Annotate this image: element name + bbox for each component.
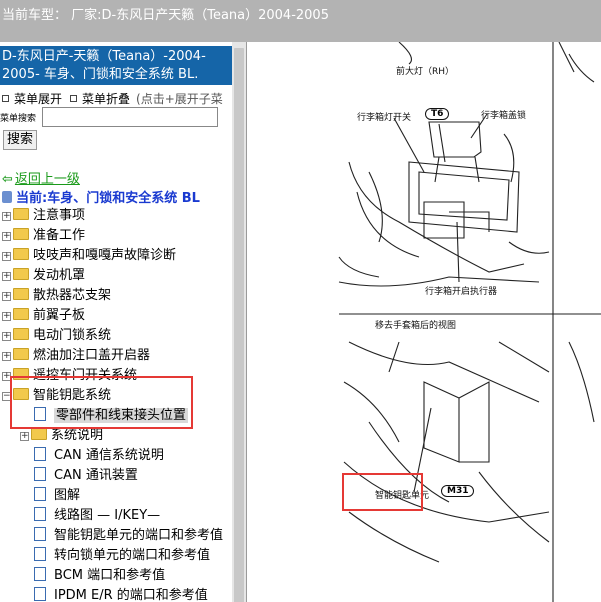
folder-icon [31, 428, 47, 440]
document-icon [34, 487, 46, 501]
tree-item[interactable]: + 注意事项 [2, 206, 85, 226]
document-icon [34, 447, 46, 461]
tree-item[interactable]: 智能钥匙单元的端口和参考值 [34, 526, 223, 546]
left-panel: D-东风日产-天籁（Teana）-2004-2005- 车身、门锁和安全系统 B… [0, 42, 232, 602]
folder-icon [13, 248, 29, 260]
tree-item-label: 吱吱声和嘎嘎声故障诊断 [33, 248, 177, 263]
connector-tag-m31: M31 [441, 485, 475, 497]
tree-item-label: IPDM E/R 的端口和参考值 [54, 588, 208, 602]
tree-item-label: 注意事项 [33, 208, 86, 223]
window-title: 当前车型： 厂家:D-东风日产天籁（Teana）2004-2005 [2, 8, 329, 23]
menu-expand-link[interactable]: 菜单展开 [14, 92, 62, 106]
tree-item[interactable]: 线路图 — I/KEY— [34, 506, 160, 526]
tree-item[interactable]: + 发动机罩 [2, 266, 85, 286]
search-button[interactable]: 搜索 [3, 130, 37, 150]
document-icon [34, 587, 46, 601]
highlight-box-diagram [342, 473, 423, 511]
search-label: 菜单搜索 [0, 114, 37, 124]
folder-icon [13, 308, 29, 320]
book-icon [2, 191, 12, 203]
menu-controls: 菜单展开 菜单折叠 (点击+展开子菜 [0, 90, 232, 106]
label-glovebox-view: 移去手套箱后的视图 [375, 321, 457, 331]
tree-item-label: CAN 通信系统说明 [54, 448, 164, 463]
back-arrow-icon: ⇦ [2, 172, 13, 187]
search-input[interactable] [42, 107, 218, 127]
label-headlamp: 前大灯（RH） [396, 67, 455, 77]
tree-item-label: 散热器芯支架 [33, 288, 112, 303]
back-link[interactable]: ⇦ 返回上一级 [2, 168, 80, 187]
tree-item[interactable]: BCM 端口和参考值 [34, 566, 165, 586]
tree-item[interactable]: + 电动门锁系统 [2, 326, 111, 346]
expand-toggle-icon[interactable]: + [20, 432, 29, 441]
document-icon [34, 507, 46, 521]
menu-note: (点击+展开子菜 [136, 92, 223, 106]
expand-toggle-icon[interactable]: + [2, 352, 11, 361]
expand-toggle-icon[interactable]: + [2, 312, 11, 321]
folder-icon [13, 288, 29, 300]
collapse-icon [70, 95, 78, 102]
folder-icon [13, 328, 29, 340]
expand-toggle-icon[interactable]: + [2, 212, 11, 221]
expand-toggle-icon[interactable]: + [2, 292, 11, 301]
tree-item[interactable]: 转向锁单元的端口和参考值 [34, 546, 210, 566]
tree-item-label: 发动机罩 [33, 268, 86, 283]
expand-toggle-icon[interactable]: + [2, 332, 11, 341]
tree-item-label: 智能钥匙单元的端口和参考值 [54, 528, 224, 543]
document-icon [34, 527, 46, 541]
label-trunk-lamp-switch: 行李箱灯开关 [357, 113, 412, 123]
tree-item[interactable]: CAN 通信系统说明 [34, 446, 164, 466]
tree-item[interactable]: + 系统说明 [20, 426, 103, 446]
tree-item[interactable]: 图解 [34, 486, 80, 506]
tree-item[interactable]: CAN 通讯装置 [34, 466, 138, 486]
folder-icon [13, 228, 29, 240]
tree-item[interactable]: + 散热器芯支架 [2, 286, 111, 306]
connector-tag-t6: T6 [425, 108, 450, 120]
expand-toggle-icon[interactable]: + [2, 232, 11, 241]
back-link-label: 返回上一级 [14, 172, 80, 187]
folder-icon [13, 268, 29, 280]
expand-toggle-icon[interactable]: + [2, 252, 11, 261]
menu-collapse-link[interactable]: 菜单折叠 [82, 92, 130, 106]
tree-item-label: CAN 通讯装置 [54, 468, 138, 483]
tree-item[interactable]: IPDM E/R 的端口和参考值 [34, 586, 208, 602]
document-icon [34, 567, 46, 581]
label-trunk-actuator: 行李箱开启执行器 [425, 287, 498, 297]
diagram-panel: 前大灯（RH） 行李箱灯开关 T6 行李箱盖锁 行李箱开启执行器 移去手套箱后的… [249, 42, 601, 602]
tree-item-label: 图解 [54, 488, 81, 503]
tree-item[interactable]: + 准备工作 [2, 226, 85, 246]
section-header: D-东风日产-天籁（Teana）-2004-2005- 车身、门锁和安全系统 B… [0, 46, 232, 85]
tree-item-label: 准备工作 [33, 228, 86, 243]
document-icon [34, 467, 46, 481]
current-location: 当前:车身、门锁和安全系统 BL [2, 187, 200, 206]
highlight-box-menu [10, 376, 193, 429]
tree-item-label: 电动门锁系统 [33, 328, 112, 343]
tree-item-label: 系统说明 [51, 428, 104, 443]
tree-item-label: 转向锁单元的端口和参考值 [54, 548, 211, 563]
label-trunk-lock: 行李箱盖锁 [481, 111, 527, 121]
tree-item-label: 燃油加注口盖开启器 [33, 348, 151, 363]
tree-item-label: 线路图 — I/KEY— [54, 508, 161, 523]
tree-item[interactable]: + 吱吱声和嘎嘎声故障诊断 [2, 246, 176, 266]
left-scrollbar[interactable] [232, 42, 246, 602]
expand-icon [2, 95, 9, 102]
current-location-label: 当前:车身、门锁和安全系统 BL [16, 191, 200, 206]
expand-toggle-icon[interactable]: + [2, 272, 11, 281]
title-bar: 当前车型： 厂家:D-东风日产天籁（Teana）2004-2005 [0, 0, 601, 42]
tree-item-label: 前翼子板 [33, 308, 86, 323]
scrollbar-thumb[interactable] [234, 48, 244, 602]
folder-icon [13, 208, 29, 220]
tree-item-label: BCM 端口和参考值 [54, 568, 166, 583]
folder-icon [13, 348, 29, 360]
tree-item[interactable]: + 燃油加注口盖开启器 [2, 346, 150, 366]
tree-item[interactable]: + 前翼子板 [2, 306, 85, 326]
document-icon [34, 547, 46, 561]
